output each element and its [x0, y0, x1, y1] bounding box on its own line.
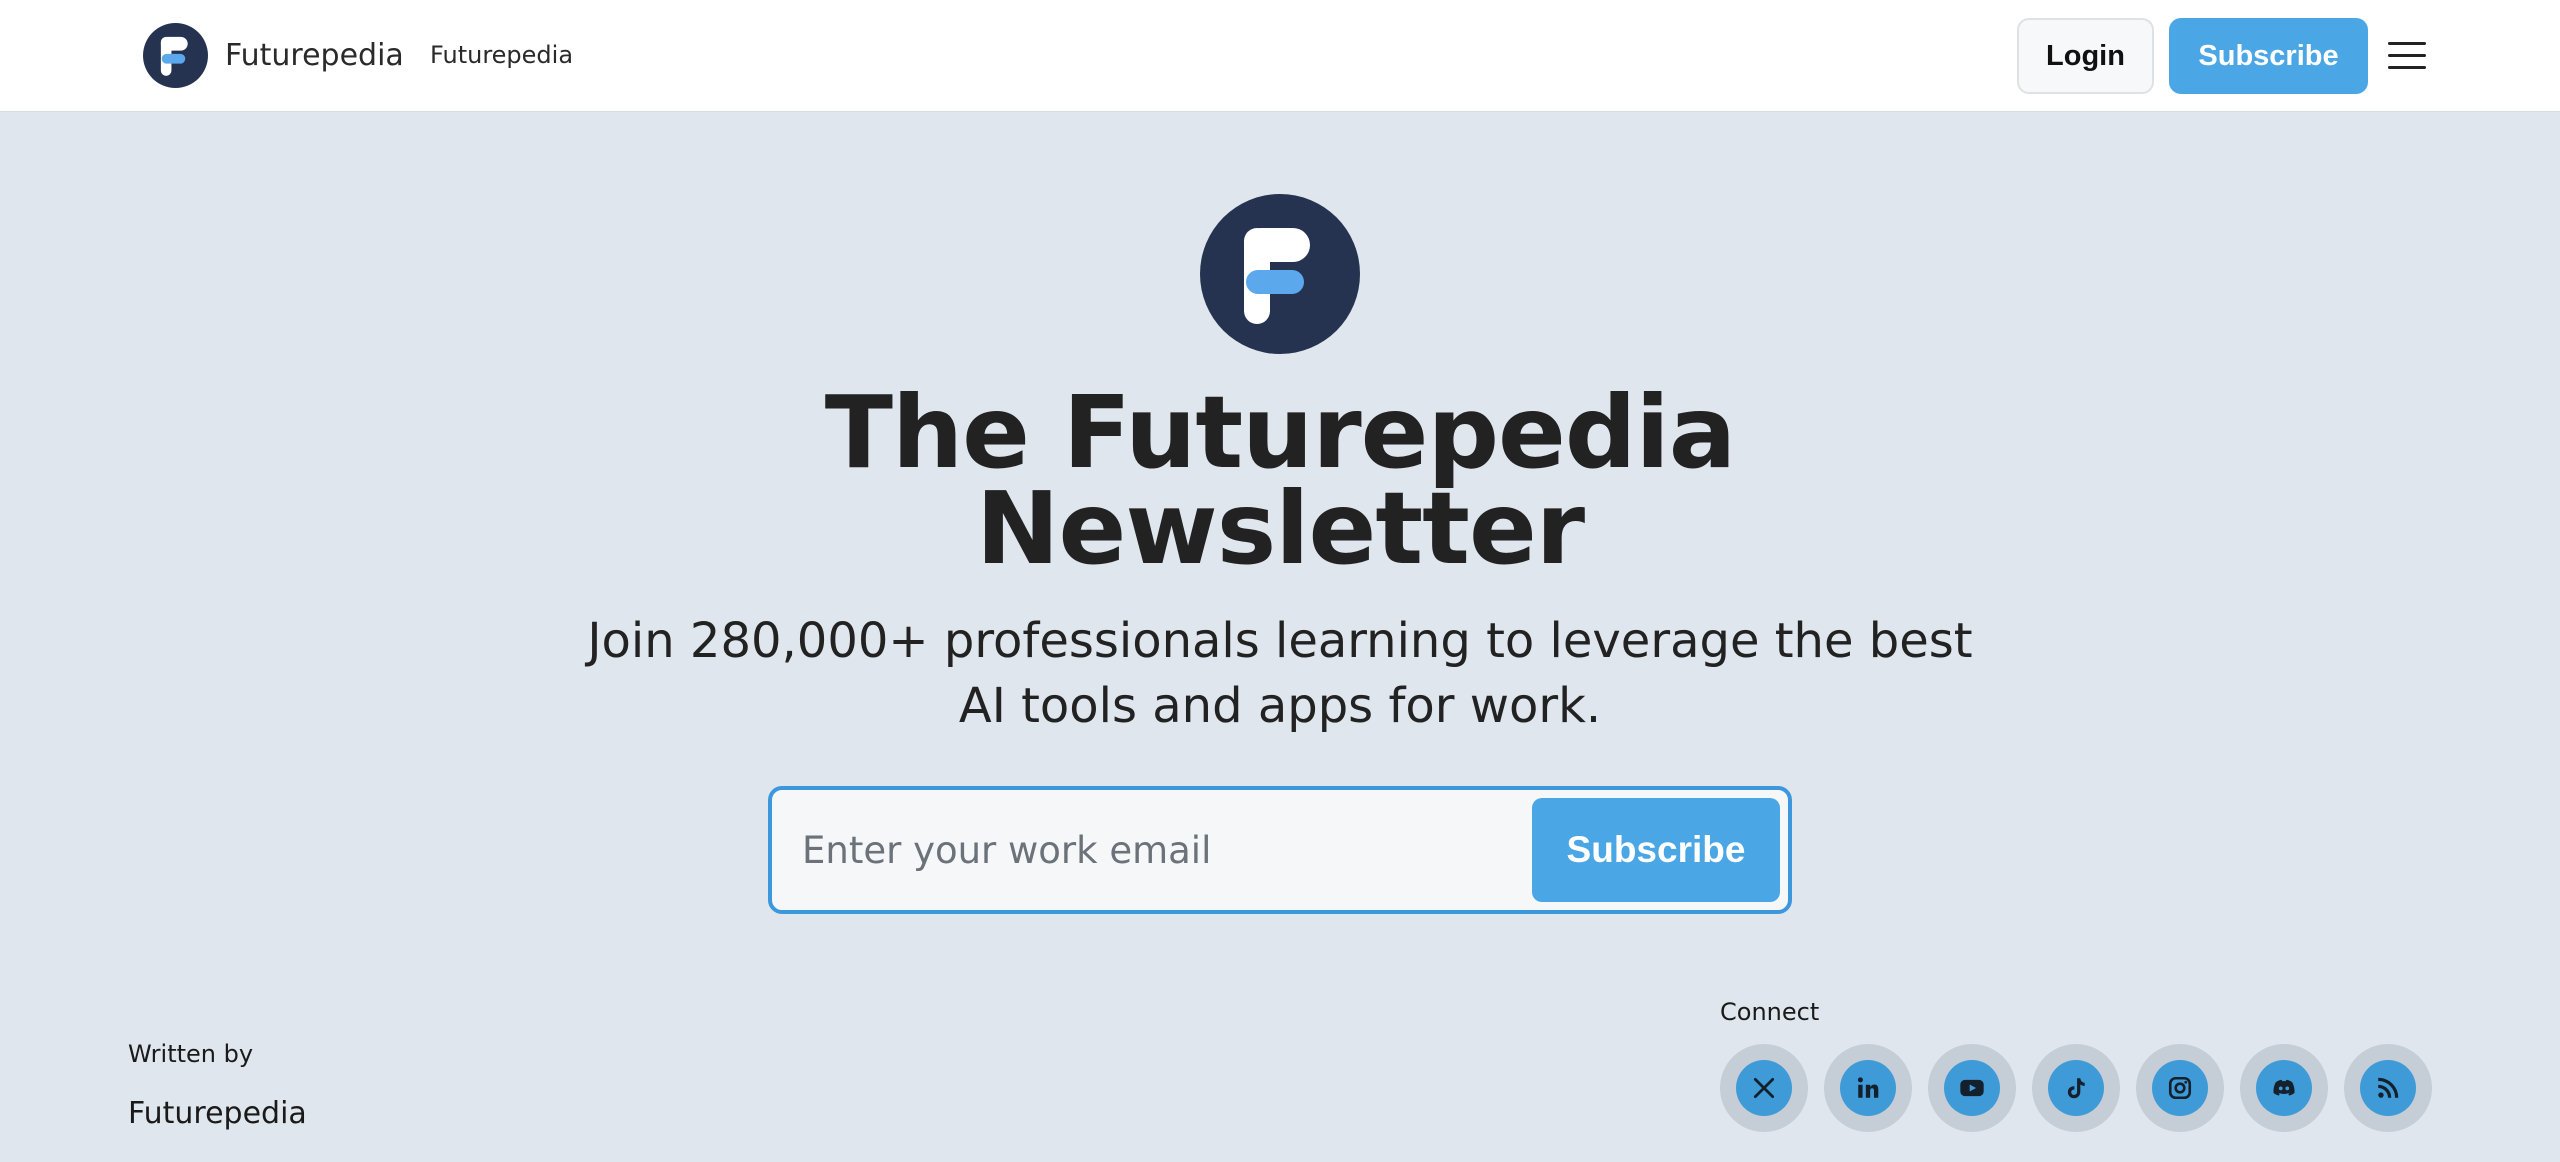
discord-icon	[2256, 1060, 2312, 1116]
tiktok-icon	[2048, 1060, 2104, 1116]
newsletter-signup-form: Subscribe	[768, 786, 1792, 914]
email-input[interactable]	[802, 818, 1492, 882]
instagram-icon	[2152, 1060, 2208, 1116]
subscribe-button[interactable]: Subscribe	[1532, 798, 1780, 902]
written-by-label: Written by	[128, 1040, 254, 1068]
author-name[interactable]: Futurepedia	[128, 1096, 307, 1131]
newsletter-logo-icon	[1200, 194, 1360, 354]
tiktok-link[interactable]	[2032, 1044, 2120, 1132]
x-link[interactable]	[1720, 1044, 1808, 1132]
top-navigation-bar: Futurepedia Futurepedia Login Subscribe	[0, 0, 2560, 112]
linkedin-icon	[1840, 1060, 1896, 1116]
instagram-link[interactable]	[2136, 1044, 2224, 1132]
rss-icon	[2360, 1060, 2416, 1116]
rss-link[interactable]	[2344, 1044, 2432, 1132]
connect-label: Connect	[1720, 998, 1820, 1026]
title-line-2: Newsletter	[975, 470, 1585, 587]
page-title: The Futurepedia Newsletter	[580, 383, 1980, 579]
x-icon	[1736, 1060, 1792, 1116]
futurepedia-logo-icon	[143, 23, 208, 88]
linkedin-link[interactable]	[1824, 1044, 1912, 1132]
nav-link-futurepedia[interactable]: Futurepedia	[430, 41, 573, 69]
youtube-link[interactable]	[1928, 1044, 2016, 1132]
login-button[interactable]: Login	[2017, 18, 2154, 94]
discord-link[interactable]	[2240, 1044, 2328, 1132]
brand-link[interactable]: Futurepedia	[143, 23, 404, 88]
youtube-icon	[1944, 1060, 2000, 1116]
brand-name: Futurepedia	[225, 38, 404, 73]
hamburger-menu-icon[interactable]	[2388, 40, 2426, 72]
header-subscribe-button[interactable]: Subscribe	[2169, 18, 2368, 94]
page-subtitle: Join 280,000+ professionals learning to …	[587, 613, 1973, 734]
